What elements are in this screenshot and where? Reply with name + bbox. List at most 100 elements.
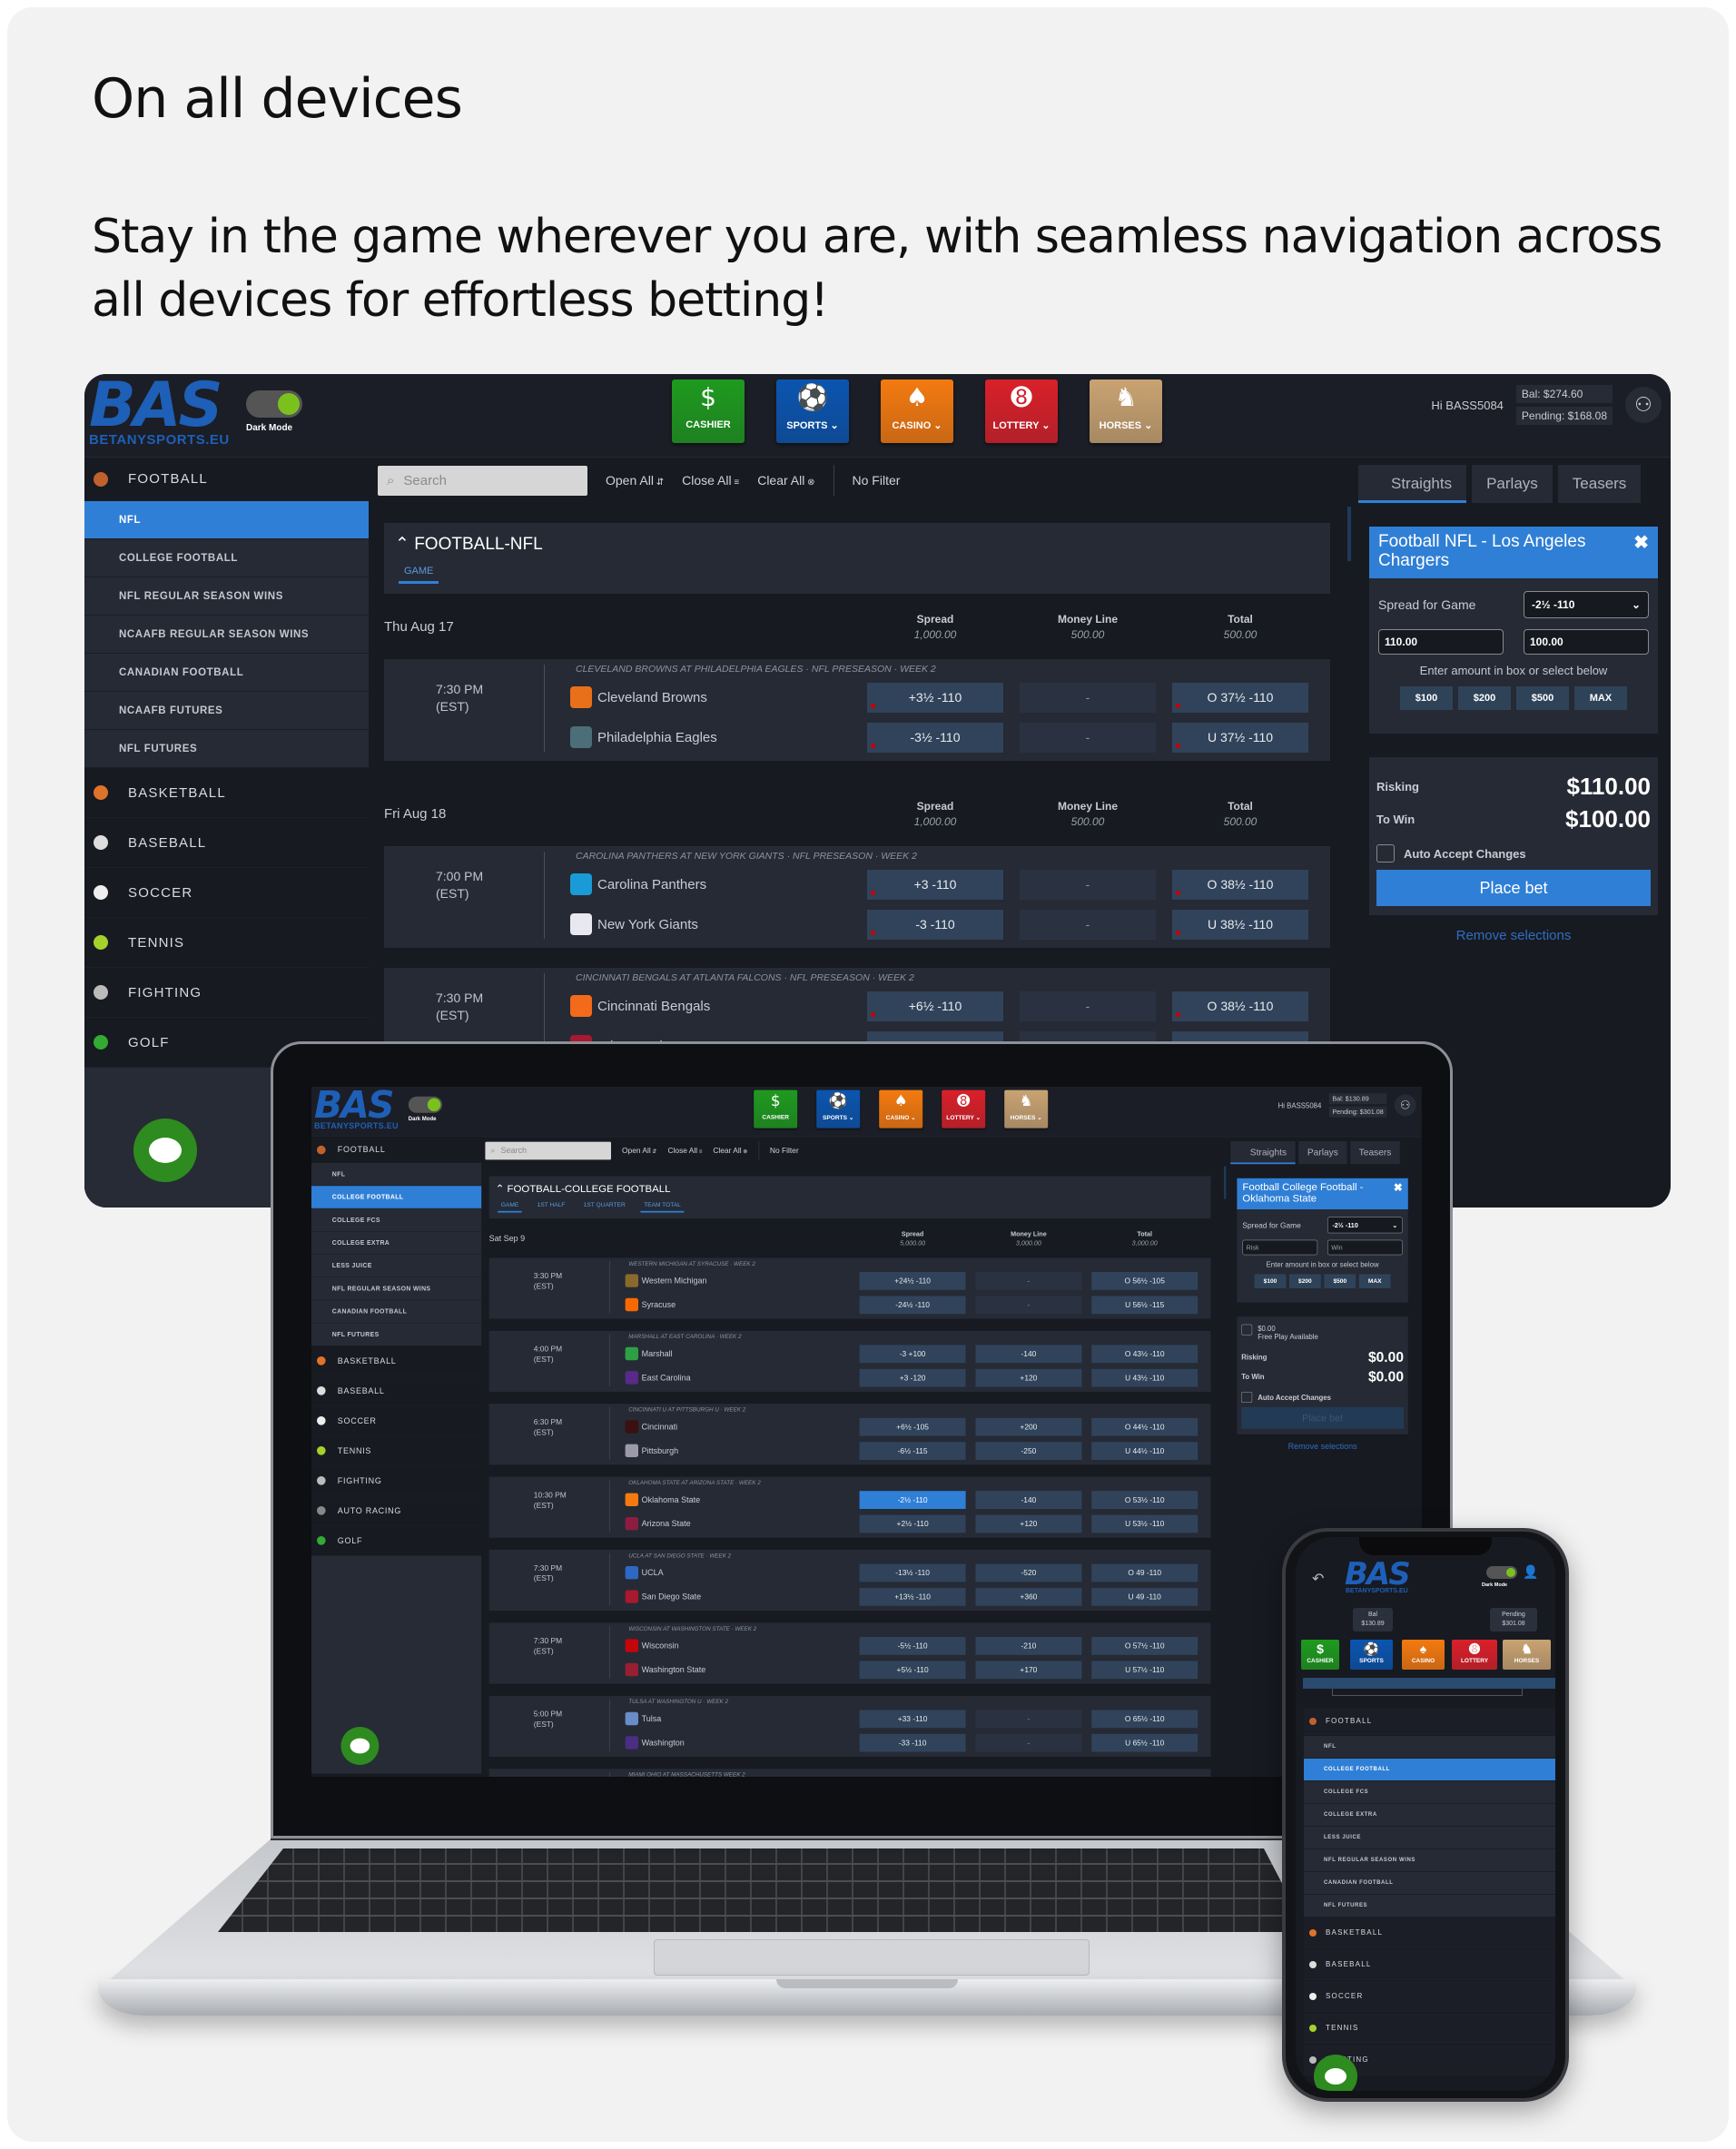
moneyline-odds-button[interactable]: +200 (975, 1417, 1082, 1436)
nav-horses-button[interactable]: ♞ HORSES ⌄ (1090, 380, 1162, 443)
total-odds-button[interactable]: U 56½ -115 (1091, 1296, 1198, 1314)
dark-mode-toggle[interactable] (408, 1096, 442, 1113)
nav-lottery-button[interactable]: ➑ LOTTERY ⌄ (985, 380, 1058, 443)
sidebar-subitem-canadian-football[interactable]: CANADIAN FOOTBALL (311, 1300, 482, 1324)
nav-lottery-button[interactable]: ➑ LOTTERY ⌄ (942, 1089, 986, 1129)
sidebar-subitem-college-extra[interactable]: COLLEGE EXTRA (1304, 1804, 1555, 1827)
nav-casino-button[interactable]: ♠ CASINO ⌄ (881, 380, 953, 443)
total-odds-button[interactable]: U 44½ -110 (1091, 1441, 1198, 1460)
spread-odds-button[interactable]: +3 -110 (867, 869, 1003, 900)
risk-input[interactable]: 110.00 (1378, 629, 1504, 655)
total-odds-button[interactable]: O 38½ -110 (1172, 991, 1308, 1021)
sidebar-subitem-nfl-regular-season-wins[interactable]: NFL REGULAR SEASON WINS (1304, 1849, 1555, 1872)
nav-sports-button[interactable]: ⚽ SPORTS ⌄ (816, 1089, 861, 1129)
tab-straights[interactable]: Straights (1230, 1141, 1296, 1165)
chat-button[interactable] (1314, 2055, 1357, 2091)
tab-team-total[interactable]: TEAM TOTAL (640, 1202, 685, 1213)
nav-cashier-button[interactable]: $ CASHIER (672, 380, 745, 443)
brand-logo[interactable]: BAS BETANYSPORTS.EU (1345, 1559, 1411, 1594)
auto-accept-checkbox[interactable] (1241, 1392, 1253, 1403)
sidebar-subitem-college-fcs[interactable]: COLLEGE FCS (311, 1208, 482, 1232)
back-arrow-icon[interactable]: ↶ (1312, 1570, 1324, 1588)
total-odds-button[interactable]: U 53½ -110 (1091, 1514, 1198, 1533)
free-play-checkbox[interactable] (1241, 1324, 1253, 1336)
filter-button[interactable]: No Filter (770, 1146, 799, 1155)
spread-odds-button[interactable]: +33 -110 (859, 1710, 966, 1728)
user-avatar-icon[interactable]: ⚇ (1625, 387, 1662, 423)
clear-all-button[interactable]: Clear All ⊗ (757, 473, 814, 488)
sidebar-item-fighting[interactable]: FIGHTING (84, 968, 369, 1018)
sidebar-subitem-nfl-futures[interactable]: NFL FUTURES (1304, 1895, 1555, 1917)
moneyline-odds-button[interactable]: +120 (975, 1368, 1082, 1387)
sidebar-subitem-nfl-regular-season-wins[interactable]: NFL REGULAR SEASON WINS (84, 577, 369, 616)
sidebar-item-soccer[interactable]: SOCCER (1304, 1981, 1555, 2012)
spread-odds-button[interactable]: -5½ -110 (859, 1636, 966, 1655)
open-all-button[interactable]: Open All ⇵ (606, 473, 664, 488)
nav-lottery-button[interactable]: ➑ LOTTERY (1452, 1640, 1497, 1670)
open-all-button[interactable]: Open All ⇵ (622, 1146, 656, 1155)
section-title[interactable]: ⌃ FOOTBALL-NFL (395, 534, 1319, 555)
sidebar-subitem-college-football[interactable]: COLLEGE FOOTBALL (311, 1186, 482, 1209)
tab-game[interactable]: GAME (498, 1202, 522, 1213)
sidebar-item-football[interactable]: FOOTBALL (84, 458, 369, 501)
total-odds-button[interactable]: U 38½ -110 (1172, 909, 1308, 940)
total-odds-button[interactable]: O 65½ -110 (1091, 1710, 1198, 1728)
sidebar-item-soccer[interactable]: SOCCER (311, 1406, 482, 1436)
tab-1st-quarter[interactable]: 1ST QUARTER (580, 1202, 628, 1213)
nav-sports-button[interactable]: ⚽ SPORTS (1350, 1640, 1393, 1670)
quick-amount-max-button[interactable]: MAX (1574, 686, 1627, 710)
tab-parlays[interactable]: Parlays (1472, 465, 1553, 503)
search-input[interactable] (1332, 1689, 1523, 1696)
spread-odds-button[interactable]: -3 +100 (859, 1345, 966, 1363)
close-icon[interactable]: ✖ (1394, 1182, 1403, 1195)
chat-button[interactable] (340, 1727, 380, 1765)
sidebar-item-tennis[interactable]: TENNIS (1304, 2013, 1555, 2044)
tab-parlays[interactable]: Parlays (1298, 1141, 1347, 1165)
win-input[interactable]: 100.00 (1524, 629, 1649, 655)
place-bet-button[interactable]: Place bet (1376, 870, 1651, 906)
total-odds-button[interactable]: O 57½ -110 (1091, 1636, 1198, 1655)
dark-mode-toggle[interactable] (246, 390, 302, 418)
nav-sports-button[interactable]: ⚽ SPORTS ⌄ (776, 380, 849, 443)
quick-amount-200-button[interactable]: $200 (1458, 686, 1511, 710)
spread-odds-button[interactable]: +2½ -110 (859, 1514, 966, 1533)
tab-teasers[interactable]: Teasers (1350, 1141, 1400, 1165)
total-odds-button[interactable]: U 65½ -110 (1091, 1733, 1198, 1752)
user-avatar-icon[interactable]: ⚇ (1394, 1094, 1416, 1117)
auto-accept-checkbox[interactable] (1376, 844, 1395, 863)
sidebar-item-fighting[interactable]: FIGHTING (311, 1466, 482, 1496)
moneyline-odds-button[interactable]: +360 (975, 1587, 1082, 1606)
sidebar-subitem-canadian-football[interactable]: CANADIAN FOOTBALL (84, 654, 369, 692)
sidebar-item-basketball[interactable]: BASKETBALL (311, 1346, 482, 1376)
nav-casino-button[interactable]: ♠ CASINO ⌄ (879, 1089, 923, 1129)
spread-odds-button[interactable]: -3½ -110 (867, 722, 1003, 753)
total-odds-button[interactable]: O 38½ -110 (1172, 869, 1308, 900)
sidebar-subitem-nfl[interactable]: NFL (311, 1163, 482, 1187)
brand-logo[interactable]: BAS BETANYSPORTS.EU (314, 1087, 399, 1130)
sidebar-item-baseball[interactable]: BASEBALL (1304, 1949, 1555, 1980)
sidebar-subitem-less-juice[interactable]: LESS JUICE (1304, 1827, 1555, 1849)
spread-odds-button[interactable]: -24½ -110 (859, 1296, 966, 1314)
total-odds-button[interactable]: O 53½ -110 (1091, 1490, 1198, 1509)
tab-1st-half[interactable]: 1ST HALF (534, 1202, 568, 1213)
sidebar-item-soccer[interactable]: SOCCER (84, 868, 369, 918)
sidebar-item-football[interactable]: FOOTBALL (311, 1137, 482, 1163)
close-all-button[interactable]: Close All ≡ (682, 473, 739, 488)
quick-amount-500-button[interactable]: $500 (1324, 1274, 1356, 1288)
sidebar-item-tennis[interactable]: TENNIS (84, 918, 369, 968)
place-bet-button[interactable]: Place bet (1241, 1406, 1404, 1429)
search-input[interactable]: ⌕ Search (485, 1141, 611, 1160)
remove-selections-link[interactable]: Remove selections (1369, 928, 1658, 943)
total-odds-button[interactable]: O 37½ -110 (1172, 682, 1308, 713)
remove-selections-link[interactable]: Remove selections (1237, 1442, 1407, 1451)
spread-odds-button[interactable]: +3 -120 (859, 1368, 966, 1387)
user-avatar-icon[interactable]: 👤 (1523, 1564, 1538, 1580)
nav-cashier-button[interactable]: $ CASHIER (1301, 1640, 1339, 1670)
sidebar-subitem-nfl-futures[interactable]: NFL FUTURES (84, 730, 369, 768)
nav-casino-button[interactable]: ♠ CASINO (1402, 1640, 1445, 1670)
moneyline-odds-button[interactable]: -140 (975, 1490, 1082, 1509)
spread-odds-button[interactable]: +24½ -110 (859, 1271, 966, 1290)
moneyline-odds-button[interactable]: +170 (975, 1661, 1082, 1679)
total-odds-button[interactable]: U 37½ -110 (1172, 722, 1308, 753)
sidebar-subitem-college-extra[interactable]: COLLEGE EXTRA (311, 1231, 482, 1255)
